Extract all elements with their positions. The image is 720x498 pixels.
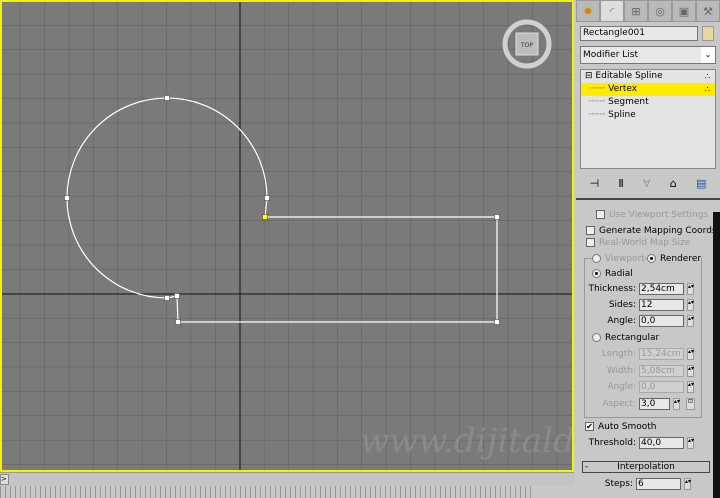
command-panel: ✹ ◜ ⊞ ◎ ▣ ⚒ Rectangle001 Modifier List ⌄ …	[576, 0, 720, 498]
length-spinner[interactable]: ▴▾	[687, 348, 694, 360]
radio-label: Radial	[605, 269, 633, 279]
real-world-map-size-checkbox[interactable]: Real-World Map Size	[586, 237, 690, 250]
angle-spinner[interactable]: ▴▾	[687, 315, 694, 327]
pin-stack-icon[interactable]: ⊣	[590, 177, 600, 190]
viewport-canvas[interactable]: www.dijitaldesign.com TOP	[0, 0, 574, 472]
sides-spinner[interactable]: ▴▾	[687, 299, 694, 311]
checkbox-label: Real-World Map Size	[599, 238, 691, 248]
vertex[interactable]	[494, 319, 500, 325]
subobject-icon: ∴	[704, 85, 711, 94]
rect-angle-spinner[interactable]: ▴▾	[687, 381, 694, 393]
angle-field[interactable]: 0,0	[639, 315, 684, 327]
object-color-swatch[interactable]	[702, 26, 714, 41]
subobject-icon: ∴	[704, 72, 711, 81]
aspect-label: Aspect:	[602, 399, 636, 409]
vertex[interactable]	[175, 319, 181, 325]
watermark: www.dijitaldesign.com	[360, 421, 574, 461]
create-tab-icon[interactable]: ✹	[576, 0, 600, 22]
rect-angle-label: Angle:	[607, 382, 636, 392]
vertex[interactable]	[174, 293, 180, 299]
vertex[interactable]	[164, 95, 170, 101]
steps-field[interactable]: 6	[636, 478, 681, 490]
modifier-stack[interactable]: ⊟ Editable Spline ∴ ┈┈┈ Vertex ∴ ┈┈┈ Segme…	[580, 69, 716, 169]
configure-sets-icon[interactable]: ▤	[696, 177, 706, 190]
make-unique-icon[interactable]: ∀	[643, 177, 651, 190]
hierarchy-tab-icon[interactable]: ⊞	[624, 0, 648, 22]
angle-label: Angle:	[607, 316, 636, 326]
selected-vertex[interactable]	[262, 214, 268, 220]
sides-field[interactable]: 12	[639, 299, 684, 311]
viewport-radio[interactable]: Viewport	[592, 253, 645, 266]
divider	[576, 198, 720, 200]
radio-label: Viewport	[605, 254, 645, 264]
vertex[interactable]	[64, 195, 70, 201]
radial-radio[interactable]: Radial	[592, 268, 633, 281]
chevron-down-icon[interactable]: ⌄	[701, 47, 715, 63]
remove-modifier-icon[interactable]: ⌂	[670, 177, 677, 190]
utilities-tab-icon[interactable]: ⚒	[696, 0, 720, 22]
stack-item-label: Segment	[608, 97, 649, 107]
steps-spinner[interactable]: ▴▾	[684, 478, 691, 490]
length-label: Length:	[601, 349, 636, 359]
radio-label: Renderer	[660, 254, 702, 264]
panel-scrollbar[interactable]	[713, 212, 720, 498]
auto-smooth-checkbox[interactable]: ✔ Auto Smooth	[585, 421, 656, 434]
radio-label: Rectangular	[605, 333, 660, 343]
threshold-spinner[interactable]: ▴▾	[687, 437, 694, 449]
top-viewport[interactable]: www.dijitaldesign.com TOP	[0, 0, 574, 472]
stack-item-segment[interactable]: ┈┈┈ Segment	[581, 96, 715, 109]
view-cube-label: TOP	[520, 42, 533, 49]
width-spinner[interactable]: ▴▾	[687, 365, 694, 377]
width-label: Width:	[606, 366, 636, 376]
vertex[interactable]	[494, 214, 500, 220]
stack-item-spline[interactable]: ┈┈┈ Spline	[581, 109, 715, 122]
checkbox-label: Auto Smooth	[598, 422, 657, 432]
show-end-result-icon[interactable]: Ⅱ	[618, 177, 623, 190]
thickness-spinner[interactable]: ▴▾	[687, 283, 694, 295]
stack-item-editable-spline[interactable]: ⊟ Editable Spline ∴	[581, 70, 715, 83]
thickness-label: Thickness:	[588, 284, 636, 294]
rollout-title: Interpolation	[617, 462, 675, 472]
vertex[interactable]	[264, 195, 270, 201]
vertex[interactable]	[164, 295, 170, 301]
use-viewport-settings-checkbox[interactable]: Use Viewport Settings	[596, 209, 708, 222]
stack-root-label: Editable Spline	[595, 71, 663, 81]
object-name-field[interactable]: Rectangle001	[580, 26, 698, 41]
stack-item-vertex[interactable]: ┈┈┈ Vertex ∴	[581, 83, 715, 96]
motion-tab-icon[interactable]: ◎	[648, 0, 672, 22]
interpolation-rollout-header[interactable]: - Interpolation	[582, 461, 710, 473]
stack-item-label: Vertex	[608, 84, 638, 94]
threshold-field[interactable]: 40,0	[639, 437, 684, 449]
track-bar[interactable]	[0, 486, 535, 498]
renderer-radio[interactable]: Renderer	[647, 253, 702, 266]
scrollbar-track[interactable]	[713, 200, 720, 212]
aspect-spinner[interactable]: ▴▾	[673, 398, 680, 410]
modifier-list-label: Modifier List	[583, 50, 638, 60]
length-field[interactable]: 15,24cm	[639, 348, 684, 360]
display-tab-icon[interactable]: ▣	[672, 0, 696, 22]
command-tabs: ✹ ◜ ⊞ ◎ ▣ ⚒	[576, 0, 720, 22]
collapse-icon[interactable]: ⊟	[585, 71, 593, 81]
stack-item-label: Spline	[608, 110, 636, 120]
threshold-label: Threshold:	[588, 438, 636, 448]
rect-angle-field[interactable]: 0,0	[639, 381, 684, 393]
time-slider-arrow-icon[interactable]: >	[0, 474, 9, 485]
grid	[2, 2, 572, 470]
steps-label: Steps:	[604, 479, 633, 489]
modifier-list-dropdown[interactable]: Modifier List ⌄	[580, 46, 716, 64]
time-slider[interactable]: >	[0, 472, 574, 486]
checkbox-label: Generate Mapping Coords.	[599, 226, 720, 236]
thickness-field[interactable]: 2,54cm	[639, 283, 684, 295]
width-field[interactable]: 5,08cm	[639, 365, 684, 377]
stack-toolbar: ⊣ Ⅱ ∀ ⌂ ▤	[580, 174, 716, 192]
aspect-field[interactable]: 3,0	[639, 398, 670, 410]
rectangular-radio[interactable]: Rectangular	[592, 332, 659, 345]
checkbox-label: Use Viewport Settings	[609, 210, 709, 220]
collapse-icon: -	[585, 462, 589, 472]
sides-label: Sides:	[608, 300, 636, 310]
modify-tab-icon[interactable]: ◜	[600, 0, 624, 22]
lock-aspect-icon[interactable]: ⊡	[686, 398, 695, 410]
